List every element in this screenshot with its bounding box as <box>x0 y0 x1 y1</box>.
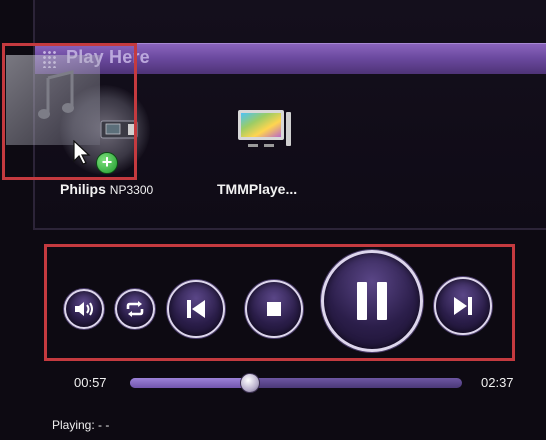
previous-icon <box>187 300 205 318</box>
pause-icon <box>357 282 387 320</box>
drag-highlight-box <box>2 43 137 180</box>
total-time: 02:37 <box>481 375 514 390</box>
playing-status: Playing: - - <box>52 418 109 432</box>
seek-progress-fill <box>130 378 250 388</box>
pause-button[interactable] <box>321 250 423 352</box>
volume-button[interactable] <box>64 289 104 329</box>
playing-value: - - <box>98 418 110 432</box>
stop-button[interactable] <box>245 280 303 338</box>
device-name: Philips <box>60 181 106 197</box>
next-icon <box>454 297 472 315</box>
elapsed-time: 00:57 <box>74 375 107 390</box>
seek-thumb[interactable] <box>239 373 260 393</box>
repeat-button[interactable] <box>115 289 155 329</box>
repeat-icon <box>126 301 144 317</box>
device-model: NP3300 <box>109 183 154 197</box>
device-tmmplayer-label[interactable]: TMMPlaye... <box>217 181 297 197</box>
next-button[interactable] <box>434 277 492 335</box>
previous-button[interactable] <box>167 280 225 338</box>
speaker-icon <box>75 302 93 316</box>
device-philips-label[interactable]: Philips NP3300 <box>60 181 153 197</box>
stop-icon <box>267 302 281 316</box>
tv-device-icon[interactable] <box>236 108 292 150</box>
playing-label: Playing: <box>52 418 95 432</box>
